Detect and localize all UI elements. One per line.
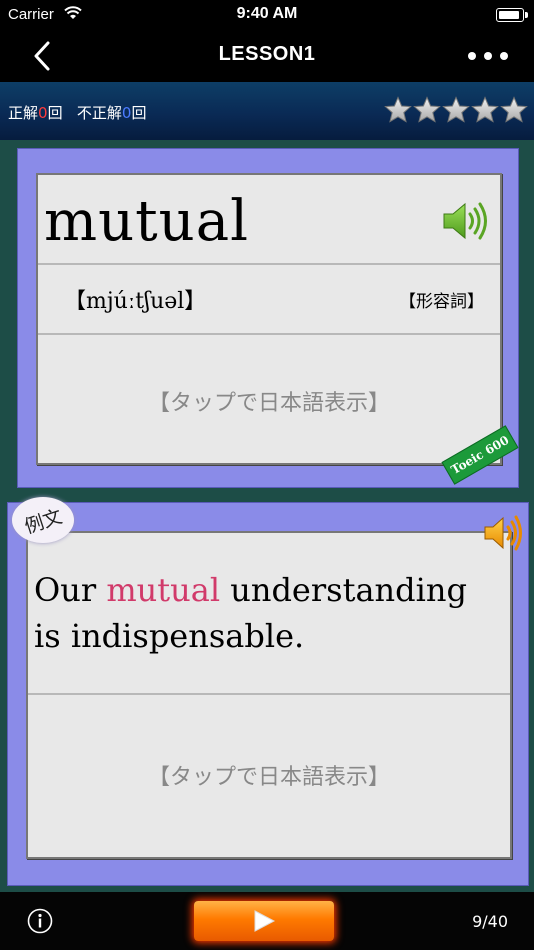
word-card-inner: mutual 【mjúːtʃuəl】 【形容詞】 【タップで日本語表示】 [36,173,502,465]
divider [28,693,510,695]
status-bar: Carrier 9:40 AM [0,0,534,30]
tap-to-show-japanese[interactable]: 【タップで日本語表示】 [38,385,500,417]
score-bar: 正解0回 不正解0回 [0,82,534,140]
correct-label: 正解 [8,104,39,122]
card-counter: 9/40 [472,912,508,931]
incorrect-unit: 回 [131,104,147,122]
correct-unit: 回 [47,104,63,122]
example-card-inner: Our mutual understanding is indispensabl… [26,531,512,859]
sentence-part: Our [34,571,107,609]
correct-count: 0 [38,104,48,122]
example-badge: 例文 [12,497,74,543]
divider [38,333,500,335]
divider [38,263,500,265]
info-icon[interactable] [27,908,53,934]
tap-to-show-japanese[interactable]: 【タップで日本語表示】 [28,759,510,791]
star-icon[interactable] [471,96,499,124]
clock: 9:40 AM [236,5,298,22]
example-card[interactable]: Our mutual understanding is indispensabl… [7,497,529,886]
more-icon[interactable] [468,44,508,68]
speaker-icon[interactable] [440,199,490,243]
example-sentence: Our mutual understanding is indispensabl… [34,567,500,659]
page-title: LESSON1 [218,43,316,65]
star-icon[interactable] [384,96,412,124]
word-card[interactable]: mutual 【mjúːtʃuəl】 【形容詞】 【タップで日本語表示】 [17,148,519,488]
navigation-bar: LESSON1 [0,30,534,82]
part-of-speech: 【形容詞】 [399,292,484,312]
rating-stars [384,96,528,124]
incorrect-label: 不正解 [76,104,122,122]
answer-counts: 正解0回 不正解0回 [8,102,146,123]
star-icon[interactable] [413,96,441,124]
flashcard-area: mutual 【mjúːtʃuəl】 【形容詞】 【タップで日本語表示】 Toe… [0,140,534,892]
vocab-word: mutual [44,189,250,254]
sentence-highlight: mutual [106,571,221,609]
star-icon[interactable] [500,96,528,124]
battery-icon [496,8,528,22]
phonetic-text: 【mjúːtʃuəl】 [64,289,207,314]
play-icon [254,910,276,932]
play-button[interactable] [194,901,334,941]
bottom-toolbar: 9/40 [0,892,534,950]
star-icon[interactable] [442,96,470,124]
speaker-icon[interactable] [482,513,524,553]
